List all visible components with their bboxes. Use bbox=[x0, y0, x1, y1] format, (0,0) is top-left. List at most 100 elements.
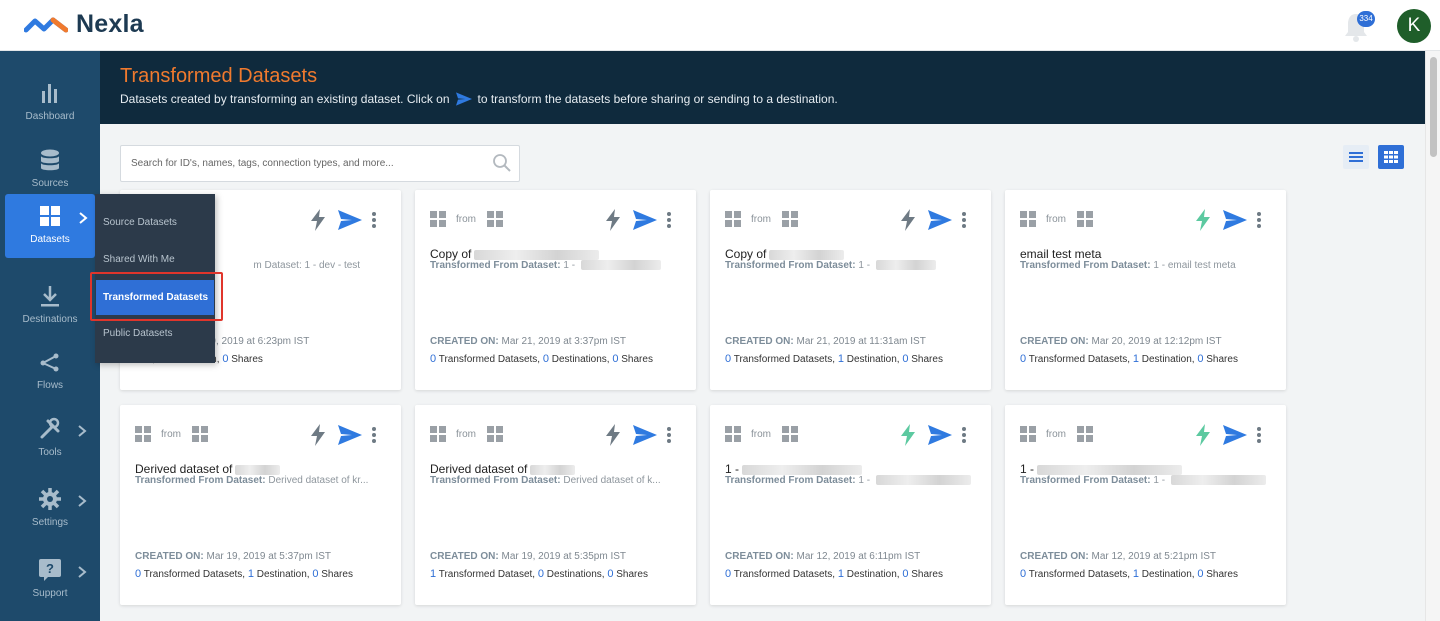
bolt-icon[interactable] bbox=[603, 209, 623, 231]
more-options-icon[interactable] bbox=[371, 426, 377, 444]
destination-count[interactable]: 0 bbox=[543, 353, 549, 365]
sidebar-item-flows[interactable]: Flows bbox=[0, 340, 100, 404]
share-count[interactable]: 0 bbox=[312, 568, 318, 580]
sidebar-item-support[interactable]: ? Support bbox=[0, 548, 100, 612]
destination-count[interactable]: 1 bbox=[1133, 568, 1139, 580]
from-label: from bbox=[751, 214, 771, 225]
transformed-count[interactable]: 0 bbox=[135, 568, 141, 580]
share-count[interactable]: 0 bbox=[607, 568, 613, 580]
bolt-icon[interactable] bbox=[308, 209, 328, 231]
transformed-from: Transformed From Dataset: Derived datase… bbox=[135, 475, 390, 486]
destination-count[interactable]: 1 bbox=[838, 353, 844, 365]
dataset-name[interactable]: email test meta bbox=[1020, 247, 1101, 261]
more-options-icon[interactable] bbox=[961, 211, 967, 229]
notification-badge[interactable]: 334 bbox=[1357, 11, 1375, 27]
more-options-icon[interactable] bbox=[1256, 211, 1262, 229]
send-icon[interactable] bbox=[633, 425, 657, 445]
send-icon[interactable] bbox=[1223, 425, 1247, 445]
send-icon[interactable] bbox=[633, 210, 657, 230]
sidebar-item-sources[interactable]: Sources bbox=[0, 138, 100, 202]
redacted-name bbox=[1037, 464, 1183, 475]
transformed-count[interactable]: 0 bbox=[1020, 568, 1026, 580]
dataset-name[interactable]: 1 - bbox=[725, 462, 863, 476]
share-count[interactable]: 0 bbox=[612, 353, 618, 365]
from-label: from bbox=[1046, 429, 1066, 440]
dataset-name[interactable]: 1 - bbox=[1020, 462, 1183, 476]
send-icon[interactable] bbox=[338, 425, 362, 445]
transformed-count[interactable]: 0 bbox=[725, 568, 731, 580]
sidebar-item-dashboard[interactable]: Dashboard bbox=[0, 71, 100, 135]
avatar[interactable]: K bbox=[1397, 9, 1431, 43]
sidebar-item-destinations[interactable]: Destinations bbox=[0, 274, 100, 338]
scrollbar-thumb[interactable] bbox=[1430, 57, 1437, 157]
scrollbar[interactable] bbox=[1425, 51, 1440, 621]
more-options-icon[interactable] bbox=[666, 426, 672, 444]
sidebar-item-settings[interactable]: Settings bbox=[0, 477, 100, 541]
dataset-card[interactable]: from Derived dataset of Transformed From… bbox=[415, 405, 696, 605]
dataset-card[interactable]: from 1 - Transformed From Dataset: 1 - C… bbox=[1005, 405, 1286, 605]
share-count[interactable]: 0 bbox=[902, 568, 908, 580]
share-count[interactable]: 0 bbox=[902, 353, 908, 365]
created-on: CREATED ON: Mar 19, 2019 at 5:37pm IST bbox=[135, 551, 331, 562]
share-count[interactable]: 0 bbox=[222, 353, 228, 365]
subtitle-text-before: Datasets created by transforming an exis… bbox=[120, 92, 450, 106]
destination-count[interactable]: 1 bbox=[838, 568, 844, 580]
dataset-name[interactable]: Copy of bbox=[430, 247, 600, 261]
transformed-count[interactable]: 0 bbox=[1020, 353, 1026, 365]
more-options-icon[interactable] bbox=[1256, 426, 1262, 444]
dataset-name[interactable]: Copy of bbox=[725, 247, 845, 261]
transformed-count[interactable]: 0 bbox=[430, 353, 436, 365]
more-options-icon[interactable] bbox=[371, 211, 377, 229]
more-options-icon[interactable] bbox=[961, 426, 967, 444]
list-icon bbox=[1349, 152, 1363, 162]
search-input[interactable] bbox=[120, 145, 520, 182]
transformed-from-value: 1 - bbox=[858, 475, 873, 486]
sidebar-item-datasets[interactable]: Datasets bbox=[5, 194, 95, 258]
share-count[interactable]: 0 bbox=[1197, 353, 1203, 365]
bolt-icon[interactable] bbox=[308, 424, 328, 446]
dataset-card[interactable]: from Copy of Transformed From Dataset: 1… bbox=[415, 190, 696, 390]
dataset-card[interactable]: from Copy of Transformed From Dataset: 1… bbox=[710, 190, 991, 390]
sidebar-item-tools[interactable]: Tools bbox=[0, 407, 100, 471]
bolt-icon[interactable] bbox=[1193, 209, 1213, 231]
share-count[interactable]: 0 bbox=[1197, 568, 1203, 580]
page-header: Transformed Datasets Datasets created by… bbox=[100, 51, 1425, 124]
grid-view-button[interactable] bbox=[1378, 145, 1404, 169]
destination-count[interactable]: 0 bbox=[538, 568, 544, 580]
dataset-name[interactable]: Derived dataset of bbox=[135, 462, 281, 476]
bolt-icon[interactable] bbox=[898, 209, 918, 231]
send-icon[interactable] bbox=[928, 210, 952, 230]
dataset-name-text: Copy of bbox=[725, 247, 767, 261]
submenu-item-shared-with-me[interactable]: Shared With Me bbox=[103, 254, 175, 265]
share-label: Shares bbox=[321, 569, 353, 580]
dataset-card[interactable]: from email test meta Transformed From Da… bbox=[1005, 190, 1286, 390]
submenu-item-public-datasets[interactable]: Public Datasets bbox=[103, 328, 172, 339]
dataset-card[interactable]: from Derived dataset of Transformed From… bbox=[120, 405, 401, 605]
dataset-icon bbox=[1020, 211, 1036, 227]
flow-icon bbox=[40, 353, 59, 372]
transformed-from: Transformed From Dataset: 1 - bbox=[430, 260, 685, 271]
list-view-button[interactable] bbox=[1343, 145, 1369, 169]
bolt-icon[interactable] bbox=[898, 424, 918, 446]
destination-count[interactable]: 1 bbox=[248, 568, 254, 580]
nexla-logo[interactable]: Nexla bbox=[24, 10, 144, 39]
search-icon[interactable] bbox=[492, 153, 512, 173]
send-icon bbox=[456, 92, 472, 106]
dataset-card[interactable]: from 1 - Transformed From Dataset: 1 - C… bbox=[710, 405, 991, 605]
transformed-count[interactable]: 0 bbox=[725, 353, 731, 365]
destination-count[interactable]: 1 bbox=[1133, 353, 1139, 365]
submenu-item-source-datasets[interactable]: Source Datasets bbox=[103, 217, 177, 228]
chevron-right-icon bbox=[77, 425, 87, 437]
dataset-name[interactable]: Derived dataset of bbox=[430, 462, 576, 476]
from-label: from bbox=[456, 429, 476, 440]
dataset-icon bbox=[725, 426, 741, 442]
transformed-count[interactable]: 1 bbox=[430, 568, 436, 580]
more-options-icon[interactable] bbox=[666, 211, 672, 229]
bolt-icon[interactable] bbox=[603, 424, 623, 446]
send-icon[interactable] bbox=[928, 425, 952, 445]
redacted-name bbox=[742, 464, 863, 475]
send-icon[interactable] bbox=[1223, 210, 1247, 230]
bolt-icon[interactable] bbox=[1193, 424, 1213, 446]
database-icon bbox=[41, 149, 59, 171]
send-icon[interactable] bbox=[338, 210, 362, 230]
